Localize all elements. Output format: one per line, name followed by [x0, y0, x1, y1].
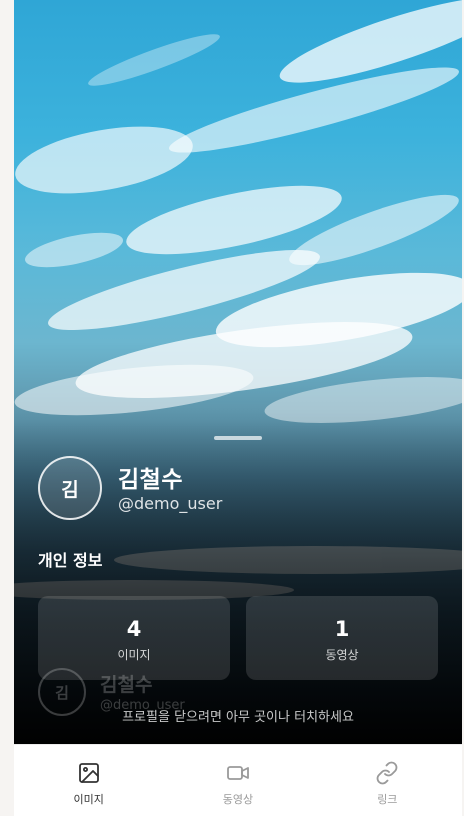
- stat-count: 1: [334, 617, 350, 641]
- close-hint: 프로필을 닫으려면 아무 곳이나 터치하세요: [122, 710, 354, 725]
- tab-videos[interactable]: 동영상: [163, 745, 312, 816]
- tab-label: 이미지: [73, 793, 104, 806]
- drag-handle[interactable]: [214, 436, 262, 440]
- section-title: 개인 정보: [38, 551, 103, 570]
- tab-images[interactable]: 이미지: [14, 745, 163, 816]
- video-icon: [227, 766, 249, 780]
- stat-card-images[interactable]: 4 이미지: [38, 596, 230, 680]
- avatar: 김: [38, 456, 102, 520]
- tab-label: 동영상: [222, 793, 254, 806]
- app-frame: 김 김철수 @demo_user 개인 정보 김 김철수 @demo_user …: [14, 0, 462, 816]
- stat-count: 4: [126, 617, 142, 641]
- profile-username: @demo_user: [118, 494, 223, 513]
- stat-label: 동영상: [325, 648, 359, 662]
- stat-card-videos[interactable]: 1 동영상: [246, 596, 438, 680]
- tab-links[interactable]: 링크: [313, 745, 462, 816]
- tab-label: 링크: [377, 793, 398, 806]
- profile-backdrop[interactable]: 김 김철수 @demo_user 개인 정보 김 김철수 @demo_user …: [14, 0, 462, 744]
- link-icon: [376, 761, 398, 785]
- bottom-tab-bar: 이미지 동영상 링크: [14, 744, 462, 816]
- stat-label: 이미지: [117, 648, 151, 662]
- image-icon: [78, 763, 99, 783]
- profile-name: 김철수: [118, 467, 183, 493]
